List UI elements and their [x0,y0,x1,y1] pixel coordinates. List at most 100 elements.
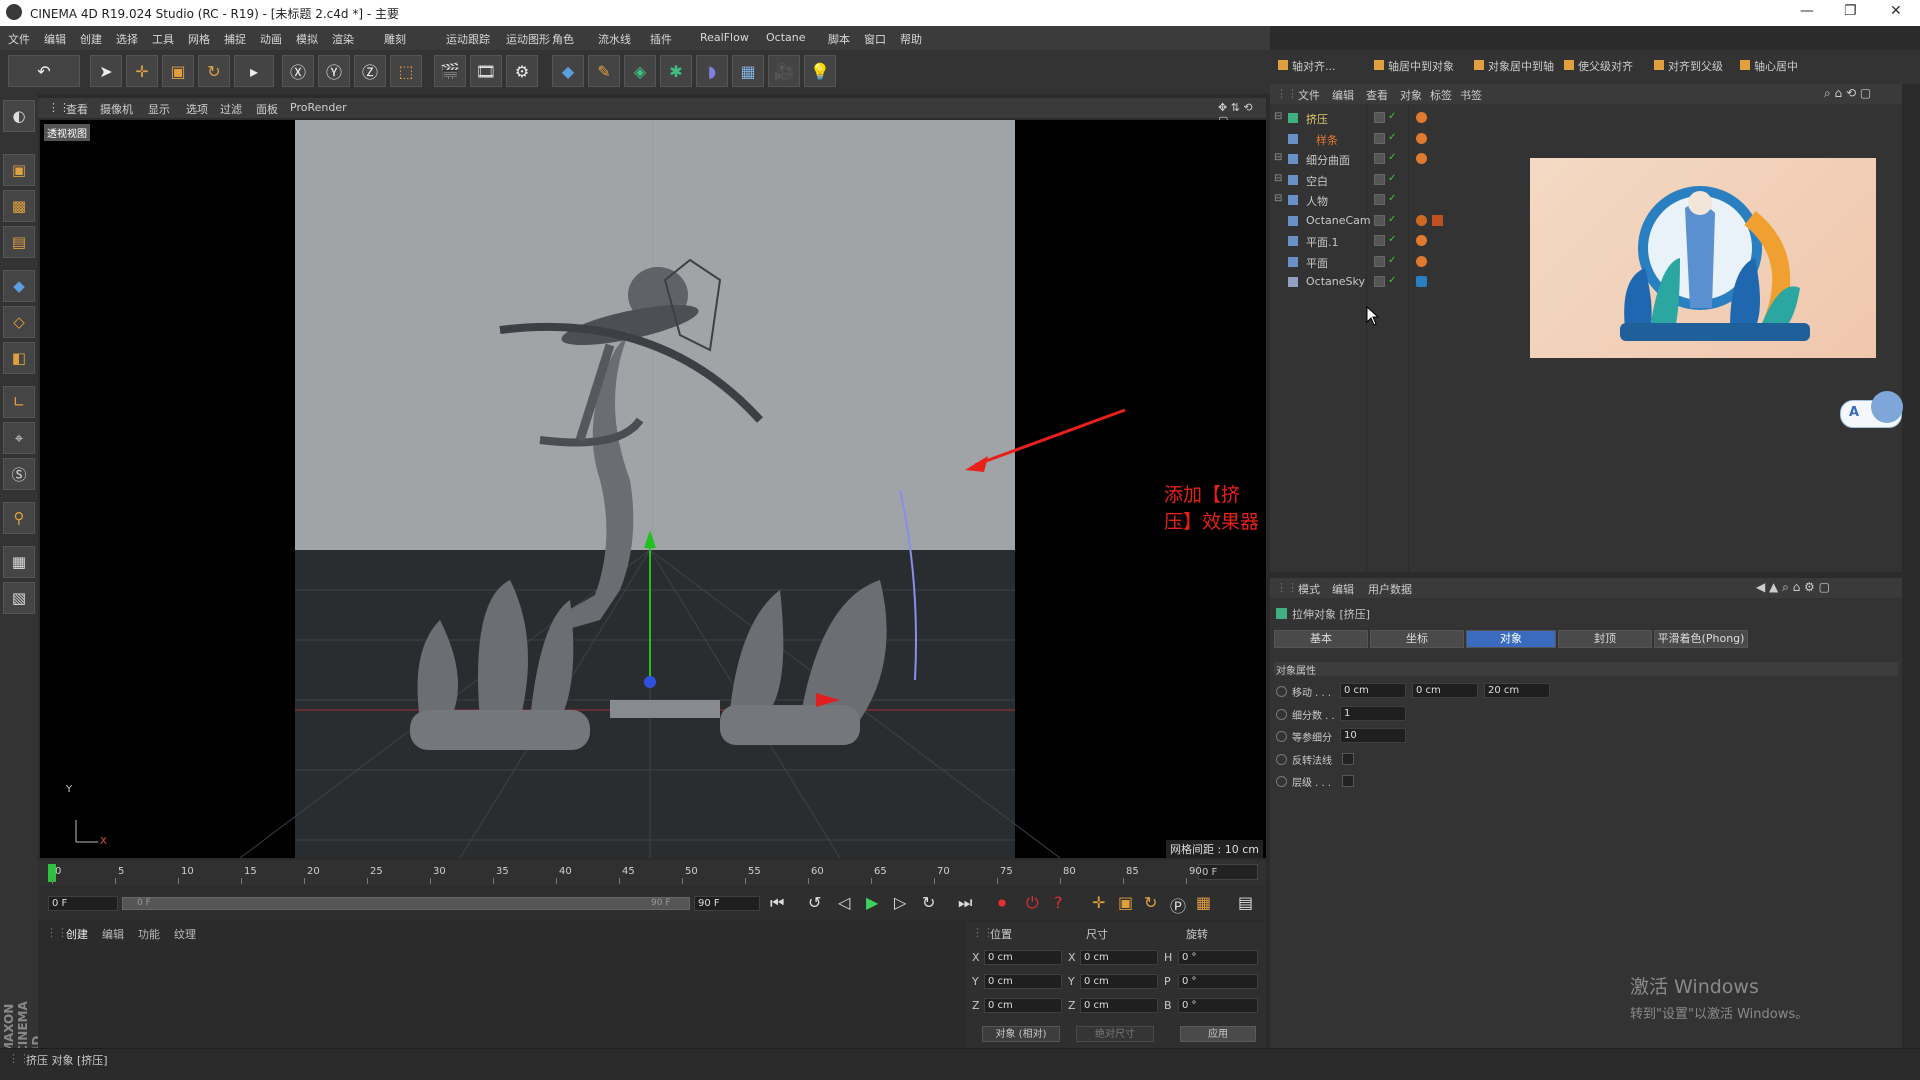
axis-mode-icon[interactable]: ∟ [3,386,35,418]
goto-start-icon[interactable]: ⏮ [770,893,784,913]
key-param-icon[interactable]: Ⓟ [1170,893,1186,917]
expand-icon[interactable]: ⊟ [1274,111,1282,122]
apply-button[interactable]: 应用 [1180,1026,1256,1042]
start-frame-field[interactable]: 0 F [48,896,118,911]
visibility-check-icon[interactable]: ✓ [1388,132,1399,144]
menu-item[interactable]: 工具 [152,31,174,47]
object-name[interactable]: OctaneSky [1306,275,1365,288]
key-rotation-icon[interactable]: ↻ [1144,893,1157,912]
object-name[interactable]: 人物 [1306,193,1328,209]
position-field[interactable]: 0 cm [984,998,1062,1013]
assistant-a-icon[interactable]: A [1849,405,1859,420]
size-field[interactable]: 0 cm [1080,950,1158,965]
property-checkbox[interactable] [1342,775,1354,787]
layer-tag-icon[interactable] [1374,153,1385,164]
visibility-check-icon[interactable]: ✓ [1388,255,1399,267]
restore-icon[interactable]: ❐ [1844,3,1857,19]
goto-prev-key-icon[interactable]: ↺ [808,893,821,912]
attribute-tab[interactable]: 基本 [1274,630,1368,648]
property-radio-icon[interactable] [1276,731,1287,742]
object-name[interactable]: 空白 [1306,173,1328,189]
layer-tag-icon[interactable] [1374,214,1385,226]
right-toolbar-item[interactable]: 轴心居中 [1754,58,1798,74]
object-row[interactable]: ⊟ 人物 ✓ [1270,190,1902,210]
align-tool-icon[interactable] [1374,60,1384,70]
object-row[interactable]: ⊟ 挤压 ✓ [1270,108,1902,128]
viewport-menu-item[interactable]: 过滤 [220,101,242,117]
expand-icon[interactable]: ⊟ [1274,173,1282,184]
object-name[interactable]: 样条 [1316,132,1338,148]
object-search-icon[interactable]: ⌕ ⌂ ⟲ ▢ [1824,86,1871,101]
viewport-menu-item[interactable]: 摄像机 [100,101,133,117]
end-frame-field[interactable]: 90 F [694,896,760,911]
position-field[interactable]: 0 cm [984,950,1062,965]
lock-workplane-icon[interactable]: ▧ [3,582,35,614]
keyframe-selection-icon[interactable]: ? [1054,893,1063,912]
goto-end-icon[interactable]: ⏭ [958,893,972,913]
object-menu-item[interactable]: 编辑 [1332,87,1354,103]
rotate-tool-icon[interactable]: ↻ [198,55,230,87]
tweak-mode-icon[interactable]: ⌖ [3,422,35,454]
attribute-tab[interactable]: 对象 [1466,630,1556,648]
menu-item[interactable]: 模拟 [296,31,318,47]
viewport-menu-item[interactable]: 面板 [256,101,278,117]
menu-item[interactable]: RealFlow [700,31,749,44]
align-tool-icon[interactable] [1474,60,1484,70]
rotation-field[interactable]: 0 ° [1178,950,1258,965]
right-toolbar-item[interactable]: 使父级对齐 [1578,58,1633,74]
attribute-nav-icon[interactable]: ◀ ▲ ⌕ ⌂ ⚙ ▢ [1756,580,1830,595]
deformer-icon[interactable]: ◗ [696,55,728,87]
phong-tag-icon[interactable] [1416,153,1427,164]
menu-item[interactable]: 渲染 [332,31,354,47]
attribute-menu-item[interactable]: 模式 [1298,581,1320,597]
floor-icon[interactable]: ▦ [732,55,764,87]
key-pla-icon[interactable]: ▦ [1196,893,1211,912]
coord-size-mode-select[interactable]: 绝对尺寸 [1076,1026,1154,1042]
make-editable-icon[interactable]: ◐ [3,100,35,132]
object-menu-item[interactable]: 对象 [1400,87,1422,103]
right-toolbar-item[interactable]: 轴居中到对象 [1388,58,1454,74]
avatar[interactable] [1871,391,1903,423]
edges-mode-icon[interactable]: ◇ [3,306,35,338]
render-view-icon[interactable]: 🎬 [434,55,466,87]
align-tool-icon[interactable] [1654,60,1664,70]
object-menu-item[interactable]: 文件 [1298,87,1320,103]
magnet-icon[interactable]: ⚲ [3,502,35,534]
assistant-widget[interactable]: A [1840,391,1903,428]
y-axis-lock-icon[interactable]: Ⓨ [318,55,350,87]
select-tool-icon[interactable]: ➤ [90,55,122,87]
menu-item[interactable]: 雕刻 [384,31,406,47]
layer-tag-icon[interactable] [1374,194,1385,205]
auto-key-icon[interactable]: ⏻ [1026,893,1039,913]
material-menu-item[interactable]: 编辑 [102,926,124,942]
right-toolbar-item[interactable]: 对齐到父级 [1668,58,1723,74]
right-toolbar-item[interactable]: 对象居中到轴 [1488,58,1554,74]
property-value-field[interactable]: 20 cm [1484,683,1550,698]
property-value-field[interactable]: 10 [1340,728,1406,743]
viewport-menu-item[interactable]: 选项 [186,101,208,117]
right-toolbar-item[interactable]: 轴对齐... [1292,58,1336,74]
z-axis-lock-icon[interactable]: Ⓩ [354,55,386,87]
object-menu-item[interactable]: 标签 [1430,87,1452,103]
key-scale-icon[interactable]: ▣ [1118,893,1133,912]
octane-environment-tag-icon[interactable] [1416,276,1427,287]
material-menu-item[interactable]: 纹理 [174,926,196,942]
phong-tag-icon[interactable] [1416,132,1427,144]
expand-icon[interactable]: ⊟ [1274,193,1282,204]
layer-tag-icon[interactable] [1374,255,1385,267]
record-icon[interactable]: ⏺ [998,893,1006,913]
property-value-field[interactable]: 0 cm [1412,683,1478,698]
frame-range-slider[interactable]: 0 F 90 F [122,897,690,910]
layer-tag-icon[interactable] [1374,112,1385,123]
menu-item[interactable]: 选择 [116,31,138,47]
object-row[interactable]: OctaneSky ✓ [1270,272,1902,292]
scale-tool-icon[interactable]: ▣ [162,55,194,87]
viewport-menu-item[interactable]: ProRender [290,101,347,114]
align-tool-icon[interactable] [1564,60,1574,70]
workplane-grid-icon[interactable]: ▦ [3,546,35,578]
menu-item[interactable]: 流水线 [598,31,631,47]
object-name[interactable]: 平面.1 [1306,234,1339,250]
menu-item[interactable]: 窗口 [864,31,886,47]
camera-icon[interactable]: 🎥 [768,55,800,87]
coord-mode-select[interactable]: 对象 (相对) [982,1026,1060,1042]
